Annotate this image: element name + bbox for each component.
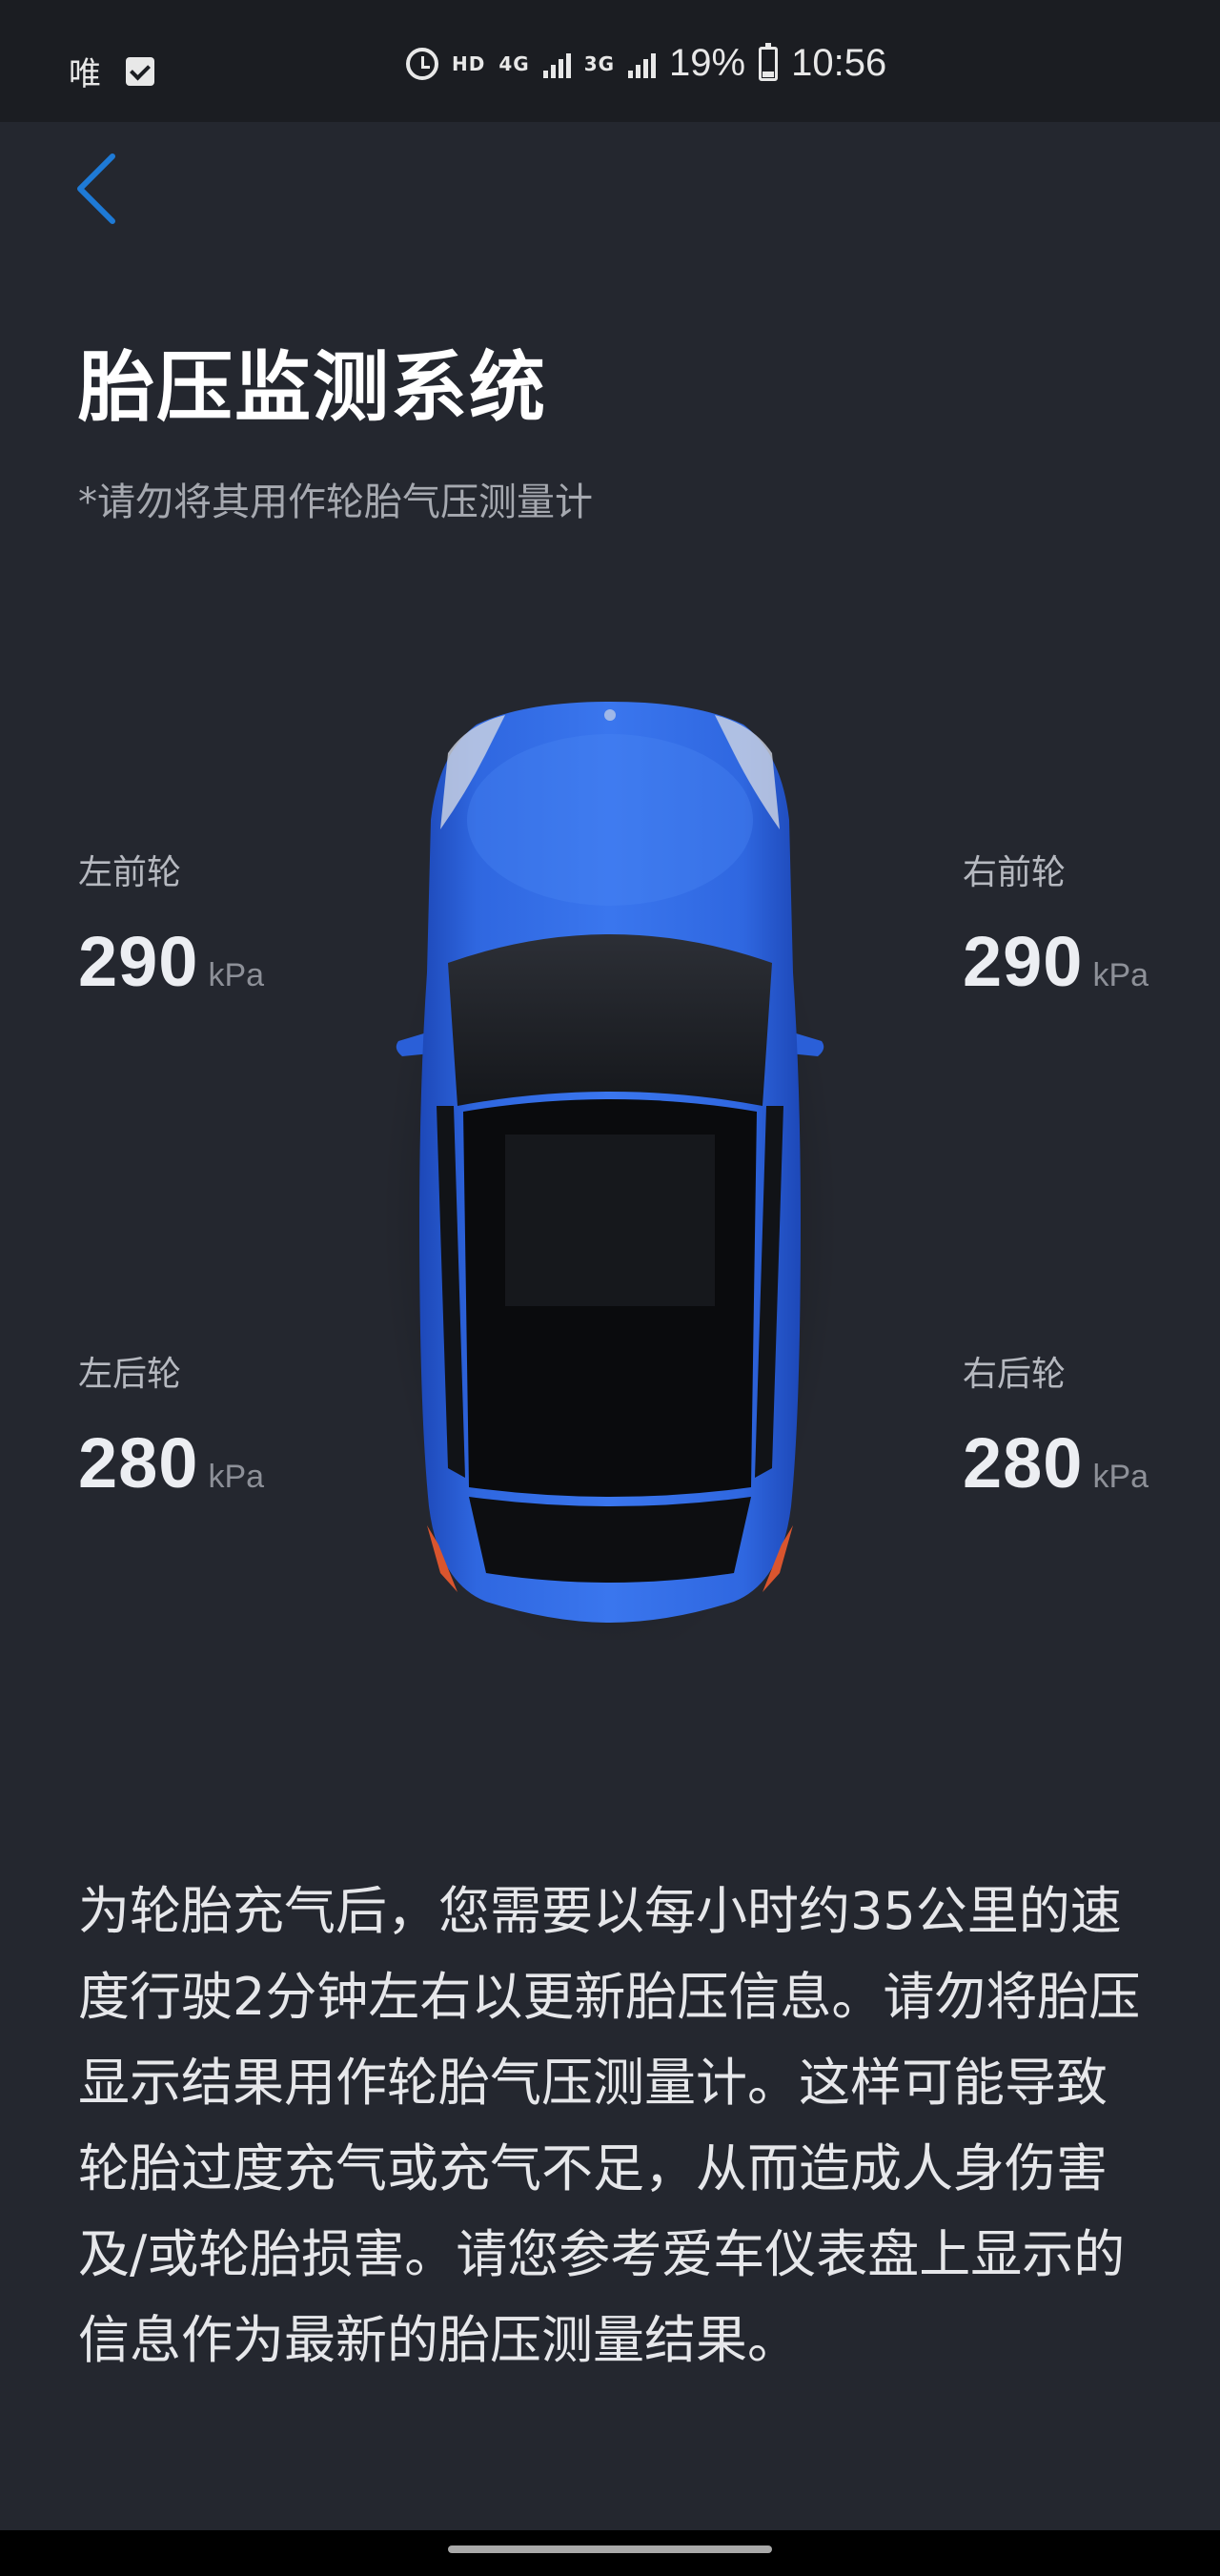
tire-label: 左后轮 [78,1355,182,1394]
sunroof [505,1135,715,1306]
status-right: HD 4G 3G 19% 10:56 [406,42,886,85]
rear-window [469,1497,751,1583]
signal-icon-2 [628,50,657,78]
page-title: 胎压监测系统 [78,343,547,432]
tire-label: 左前轮 [78,853,182,892]
tire-pressure-unit: kPa [208,957,265,993]
carrier-label: 唯 [69,55,101,93]
alarm-icon [406,47,438,80]
chevron-left-icon [77,153,115,224]
checkbox-notification-icon [126,56,154,86]
windshield [448,934,772,1106]
status-bar: 唯 HD 4G 3G 19% 10:56 [0,0,1220,122]
tire-front-right: 右前轮 290 kPa [963,845,1149,1002]
tire-reading: 290 kPa [78,921,264,1002]
tire-front-left: 左前轮 290 kPa [78,845,264,1002]
tire-rear-left: 左后轮 280 kPa [78,1346,264,1503]
page-subtitle: *请勿将其用作轮胎气压测量计 [78,480,593,524]
tire-pressure-value: 290 [78,922,199,1001]
status-left: 唯 [69,48,154,94]
back-button[interactable] [69,151,126,227]
hd-label: HD [452,51,486,75]
tire-rear-right: 右后轮 280 kPa [963,1346,1149,1503]
home-gesture-handle[interactable] [448,2545,772,2553]
tire-pressure-value: 280 [963,1423,1084,1503]
tire-reading: 290 kPa [963,921,1149,1002]
tire-reading: 280 kPa [963,1422,1149,1503]
tire-label: 右前轮 [963,853,1067,892]
tire-reading: 280 kPa [78,1422,264,1503]
tire-pressure-unit: kPa [1092,957,1149,993]
hood-highlight [467,734,753,906]
clock: 10:56 [791,42,887,84]
tire-label: 右后轮 [963,1355,1067,1394]
system-navigation-bar [0,2530,1220,2576]
network-4g-label: 4G [498,51,530,75]
tire-pressure-unit: kPa [1092,1459,1149,1495]
battery-icon [759,42,779,81]
network-3g-label: 3G [583,51,616,75]
signal-icon [542,50,571,78]
car-top-view-illustration [381,702,839,1640]
hood-emblem [604,709,616,721]
battery-percent: 19% [669,42,746,84]
tire-pressure-value: 280 [78,1423,199,1503]
tire-pressure-unit: kPa [208,1459,265,1495]
tire-pressure-value: 290 [963,922,1084,1001]
tpms-description: 为轮胎充气后，您需要以每小时约35公里的速度行驶2分钟左右以更新胎压信息。请勿将… [78,1881,1141,2370]
